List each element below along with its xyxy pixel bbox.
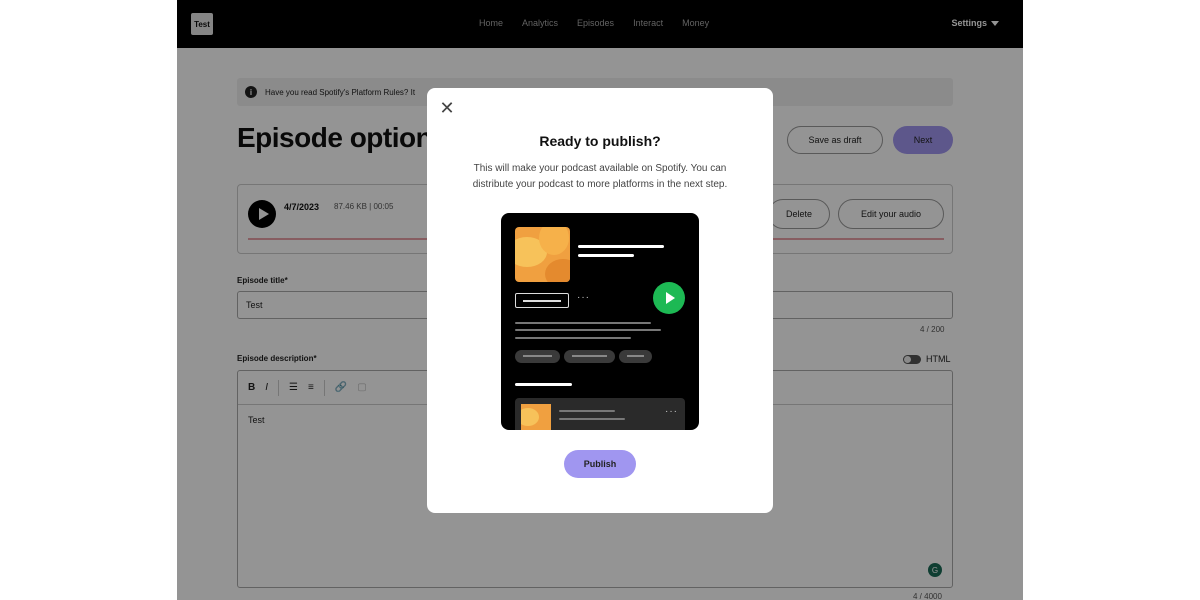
modal-title: Ready to publish? [539, 133, 661, 149]
more-options-icon: ··· [577, 292, 590, 303]
description-placeholder-bar [515, 322, 651, 324]
spotify-preview-illustration: ··· ··· [501, 213, 699, 430]
tag-pill-placeholder [564, 350, 615, 363]
episode-meta-placeholder [559, 418, 625, 420]
subtitle-placeholder-bar [578, 254, 634, 257]
episode-title-placeholder [559, 410, 615, 412]
description-placeholder-bar [515, 329, 661, 331]
modal-description: This will make your podcast available on… [472, 163, 728, 190]
follow-button-placeholder [515, 293, 569, 308]
tag-pill-placeholder [619, 350, 652, 363]
podcast-cover-art [515, 227, 570, 282]
description-placeholder-bar [515, 337, 631, 339]
section-heading-placeholder [515, 383, 572, 386]
episode-thumbnail [521, 404, 551, 430]
publish-modal: ✕ Ready to publish? This will make your … [427, 88, 773, 513]
publish-button[interactable]: Publish [564, 450, 636, 478]
episode-row-placeholder: ··· [515, 398, 685, 430]
green-play-icon [653, 282, 685, 314]
close-icon[interactable]: ✕ [439, 99, 455, 117]
app-frame: Test Home Analytics Episodes Interact Mo… [177, 0, 1023, 600]
episode-more-icon: ··· [665, 406, 678, 417]
title-placeholder-bar [578, 245, 664, 248]
tag-pill-placeholder [515, 350, 560, 363]
